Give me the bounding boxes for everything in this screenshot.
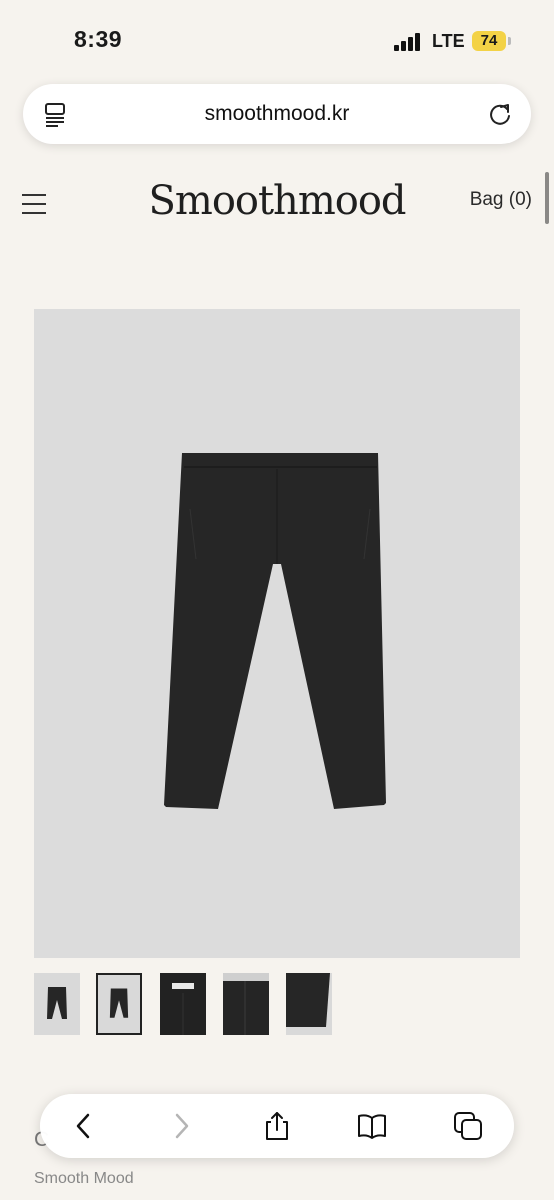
thumbnail-3[interactable] bbox=[160, 973, 206, 1035]
thumbnail-5[interactable] bbox=[286, 973, 332, 1035]
network-label: LTE bbox=[432, 31, 465, 51]
status-bar: 8:39 LTE 74 bbox=[0, 0, 554, 80]
status-time: 8:39 bbox=[74, 26, 123, 52]
forward-icon[interactable] bbox=[165, 1110, 197, 1142]
product-main-image[interactable] bbox=[34, 309, 520, 958]
bookmarks-icon[interactable] bbox=[356, 1110, 388, 1142]
scrollbar[interactable] bbox=[545, 172, 549, 224]
back-icon[interactable] bbox=[68, 1110, 100, 1142]
product-brand: Smooth Mood bbox=[34, 1170, 134, 1187]
thumbnail-2[interactable] bbox=[96, 973, 142, 1035]
bag-link[interactable]: Bag (0) bbox=[470, 189, 532, 211]
share-icon[interactable] bbox=[261, 1110, 293, 1142]
signal-icon bbox=[394, 33, 424, 51]
reload-icon[interactable] bbox=[487, 101, 513, 127]
tabs-icon[interactable] bbox=[452, 1110, 484, 1142]
battery-nub bbox=[508, 37, 511, 45]
browser-toolbar bbox=[40, 1094, 514, 1158]
url-text[interactable]: smoothmood.kr bbox=[23, 102, 531, 126]
url-bar[interactable]: smoothmood.kr bbox=[23, 84, 531, 144]
thumbnail-1[interactable] bbox=[34, 973, 80, 1035]
pants-illustration bbox=[164, 453, 386, 809]
thumbnail-4[interactable] bbox=[223, 973, 269, 1035]
battery-icon: 74 bbox=[472, 31, 506, 51]
